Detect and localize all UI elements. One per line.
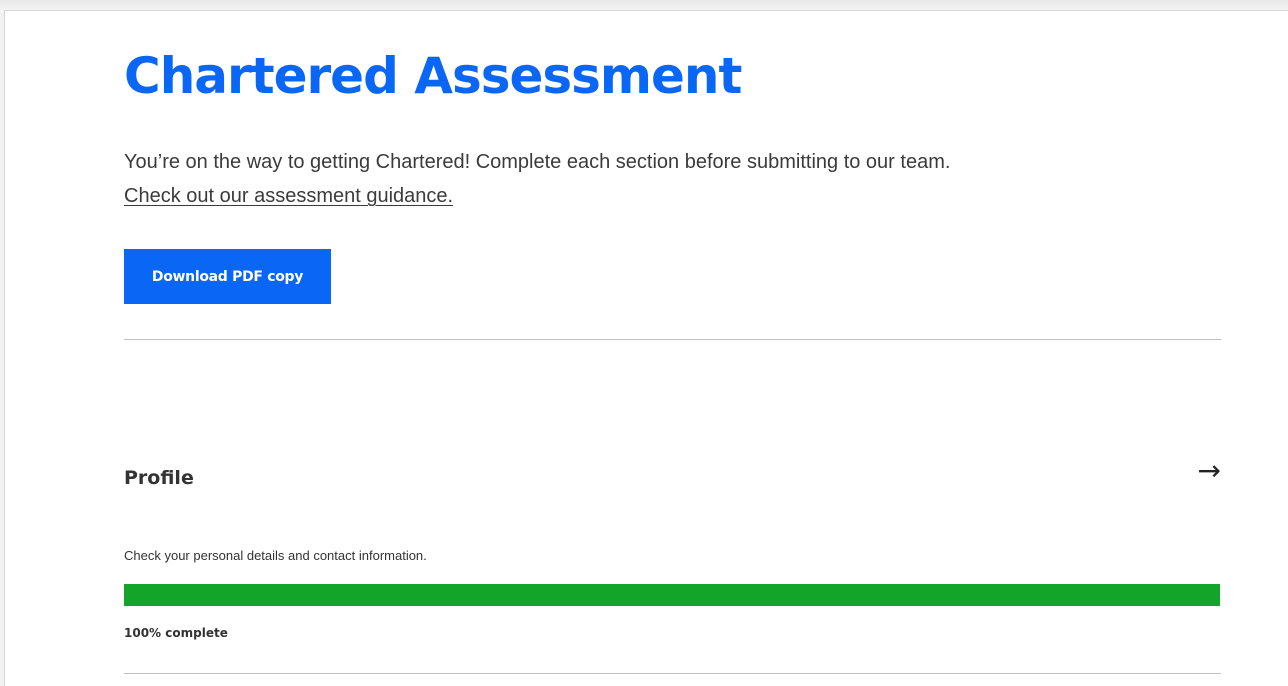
progress-label: 100% complete: [124, 626, 228, 640]
section-divider: [124, 339, 1221, 340]
guidance-paragraph: Check out our assessment guidance.: [124, 179, 1221, 213]
assessment-guidance-link[interactable]: Check out our assessment guidance.: [124, 185, 453, 207]
intro-text: You’re on the way to getting Chartered! …: [124, 151, 951, 173]
progress-bar: [124, 584, 1220, 606]
progress-bar-fill: [124, 584, 1220, 606]
arrow-right-icon[interactable]: →: [1191, 451, 1221, 491]
section-divider: [124, 673, 1221, 674]
assessment-panel: Chartered Assessment You’re on the way t…: [4, 10, 1288, 686]
page-title: Chartered Assessment: [124, 47, 742, 105]
section-card-profile[interactable]: Profile → Check your personal details an…: [124, 451, 1221, 651]
section-title: Profile: [124, 467, 194, 489]
intro: You’re on the way to getting Chartered! …: [124, 145, 1221, 213]
download-pdf-button[interactable]: Download PDF copy: [124, 249, 331, 304]
section-description: Check your personal details and contact …: [124, 548, 427, 563]
